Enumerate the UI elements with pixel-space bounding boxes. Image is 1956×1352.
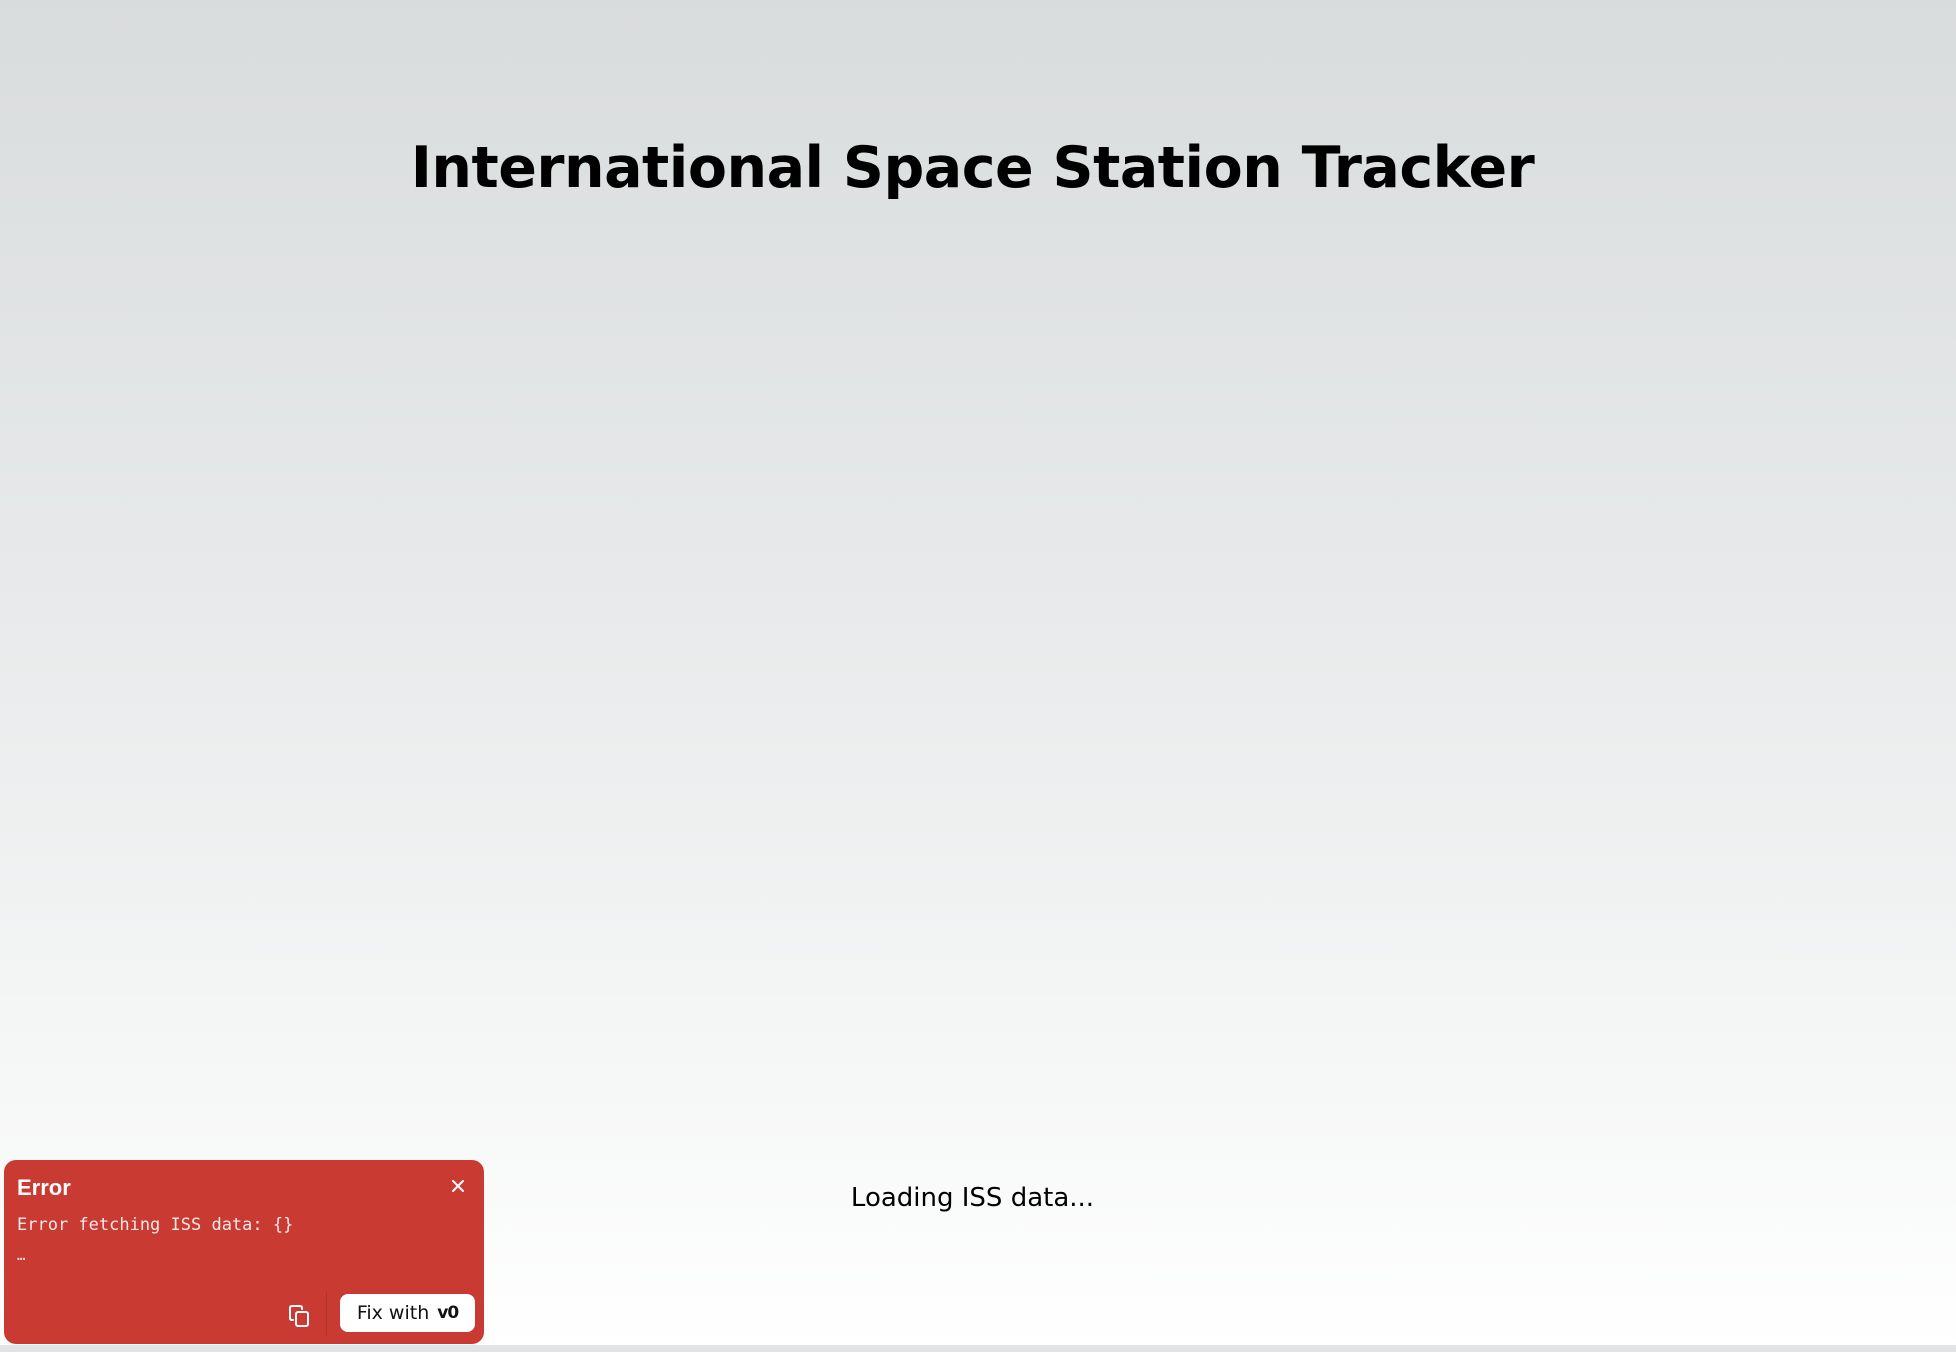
v0-logo: v0 [437, 1303, 459, 1323]
error-message: Error fetching ISS data: {} [17, 1215, 294, 1235]
fix-with-v0-button[interactable]: Fix with v0 [340, 1294, 475, 1332]
fix-button-label: Fix with [356, 1302, 430, 1324]
page-title: International Space Station Tracker [410, 135, 1535, 201]
bottom-strip [0, 1345, 1956, 1352]
close-button[interactable] [448, 1176, 468, 1196]
error-more-ellipsis[interactable]: … [17, 1246, 25, 1266]
error-toast: Error Error fetching ISS data: {} … Fix … [4, 1160, 484, 1344]
toast-divider [326, 1292, 327, 1336]
copy-button[interactable] [282, 1298, 318, 1334]
error-title: Error [17, 1175, 71, 1200]
close-icon [452, 1180, 464, 1192]
copy-icon [289, 1305, 309, 1327]
